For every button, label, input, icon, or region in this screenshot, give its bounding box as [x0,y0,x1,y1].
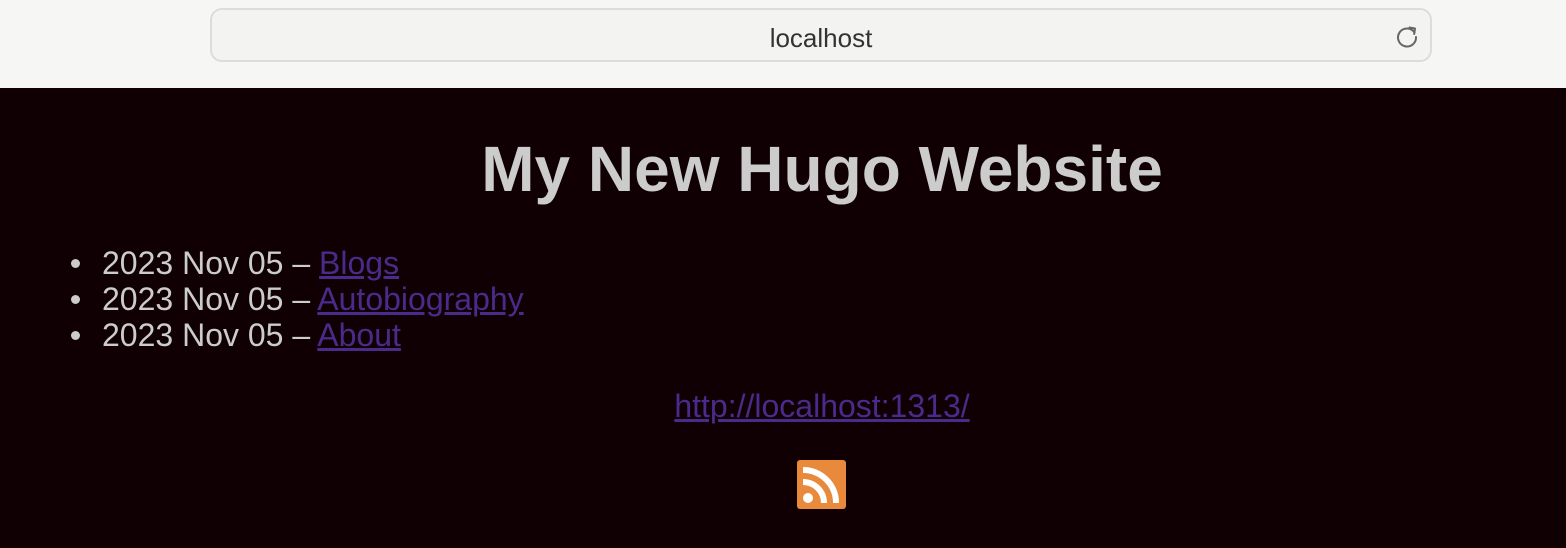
footer: http://localhost:1313/ [0,388,1566,424]
post-list: 2023 Nov 05 – Blogs 2023 Nov 05 – Autobi… [60,245,524,353]
post-date: 2023 Nov 05 [102,317,284,353]
bullet-icon [71,295,80,304]
list-item: 2023 Nov 05 – Blogs [60,245,524,281]
site-title: My New Hugo Website [481,133,1163,205]
page-content: My New Hugo Website 2023 Nov 05 – Blogs … [0,88,1566,548]
bullet-icon [71,259,80,268]
rss-icon[interactable] [797,460,846,509]
post-link-autobiography[interactable]: Autobiography [317,281,523,317]
address-text[interactable]: localhost [212,24,1430,52]
post-date: 2023 Nov 05 [102,245,284,281]
bullet-icon [71,331,80,340]
post-link-about[interactable]: About [317,317,401,353]
list-item: 2023 Nov 05 – About [60,317,524,353]
list-item: 2023 Nov 05 – Autobiography [60,281,524,317]
reload-icon[interactable] [1394,23,1420,49]
address-bar[interactable]: localhost [210,8,1432,62]
post-link-blogs[interactable]: Blogs [319,245,399,281]
post-separator: – [283,281,318,317]
post-separator: – [283,317,318,353]
home-link[interactable]: http://localhost:1313/ [674,388,969,424]
post-date: 2023 Nov 05 [102,281,284,317]
browser-toolbar: localhost [0,0,1566,88]
post-separator: – [283,245,320,281]
